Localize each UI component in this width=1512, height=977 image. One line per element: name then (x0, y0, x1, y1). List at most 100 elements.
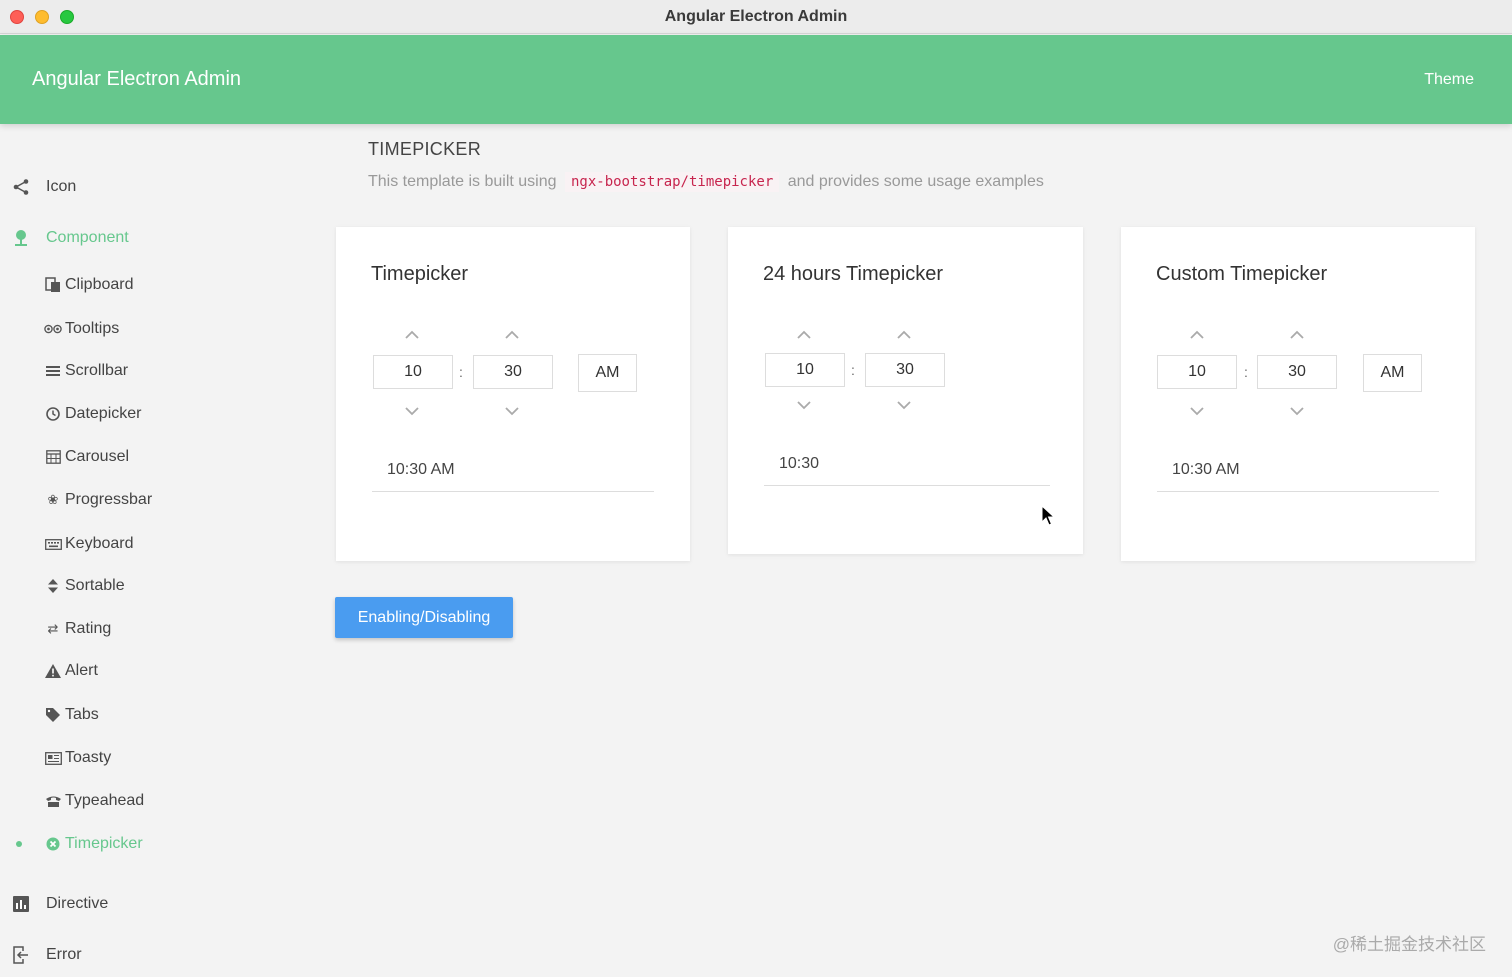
24-hours-timepicker-card: 24 hours Timepicker 10 : 30 10:30 (728, 227, 1083, 554)
sort-icon (44, 578, 62, 594)
time-separator: : (851, 362, 855, 378)
sidebar-subitem-label: Carousel (65, 448, 130, 465)
hours-input[interactable]: 10 (765, 353, 845, 387)
sidebar-item-directive[interactable]: Directive (0, 884, 300, 924)
warning-icon (44, 663, 62, 679)
minutes-input[interactable]: 30 (1257, 355, 1337, 389)
calendar-grid-icon (44, 449, 62, 465)
time-result-field[interactable]: 10:30 AM (1157, 454, 1439, 492)
time-result-field[interactable]: 10:30 (764, 448, 1050, 486)
hours-input[interactable]: 10 (1157, 355, 1237, 389)
sidebar-subitem-label: Tabs (65, 706, 99, 723)
shuffle-icon: ⇄ (47, 621, 59, 636)
minute-increment-chevron-up-icon[interactable] (502, 328, 522, 342)
card-title: 24 hours Timepicker (763, 263, 944, 285)
sidebar-subitem-alert[interactable]: Alert (44, 658, 98, 684)
timepicker-card: Timepicker 10 : 30 AM 10:30 AM (336, 227, 690, 561)
sidebar: Icon Component Clipboard Tooltips Scroll… (0, 124, 300, 977)
bar-chart-icon (11, 894, 31, 914)
sidebar-subitem-keyboard[interactable]: Keyboard (44, 531, 134, 557)
app-title: Angular Electron Admin (32, 68, 242, 90)
tooltips-icon (44, 321, 62, 337)
minute-increment-chevron-up-icon[interactable] (1287, 328, 1307, 342)
app-header: Angular Electron Admin Theme (0, 35, 1512, 124)
package-name-code: ngx-bootstrap/timepicker (564, 172, 780, 192)
sidebar-subitem-tooltips[interactable]: Tooltips (44, 316, 119, 342)
sidebar-subitem-typeahead[interactable]: Typeahead (44, 788, 144, 814)
minute-decrement-chevron-down-icon[interactable] (1287, 404, 1307, 418)
bars-icon (44, 363, 62, 379)
hours-input[interactable]: 10 (373, 355, 453, 389)
sidebar-subitem-label: Datepicker (65, 405, 142, 422)
leaf-icon: ❀ (47, 492, 59, 507)
newspaper-icon (44, 750, 62, 766)
sidebar-item-error[interactable]: Error (0, 935, 300, 975)
pin-icon (11, 228, 31, 248)
meridian-toggle-button[interactable]: AM (1363, 354, 1422, 392)
time-separator: : (459, 364, 463, 380)
time-result-field[interactable]: 10:30 AM (372, 454, 654, 492)
sidebar-subitem-clipboard[interactable]: Clipboard (44, 272, 133, 298)
minute-increment-chevron-up-icon[interactable] (894, 328, 914, 342)
sidebar-item-label: Directive (46, 895, 109, 912)
sidebar-subitem-progressbar[interactable]: ❀ Progressbar (44, 487, 153, 513)
sidebar-subitem-carousel[interactable]: Carousel (44, 444, 129, 470)
sidebar-subitem-label: Tooltips (65, 320, 120, 337)
page-description-text: and provides some usage examples (787, 173, 1044, 190)
meridian-toggle-button[interactable]: AM (578, 354, 637, 392)
window-title: Angular Electron Admin (664, 8, 848, 25)
sidebar-subitem-label: Sortable (65, 577, 125, 594)
sign-out-icon (11, 945, 31, 965)
sidebar-subitem-label: Keyboard (65, 535, 134, 552)
sidebar-subitem-label: Clipboard (65, 276, 134, 293)
card-title: Timepicker (371, 263, 469, 285)
mouse-cursor-icon (1041, 504, 1056, 527)
sidebar-subitem-tabs[interactable]: Tabs (44, 702, 99, 728)
hour-decrement-chevron-down-icon[interactable] (1187, 404, 1207, 418)
watermark-text: @稀土掘金技术社区 (1332, 935, 1486, 954)
active-indicator-dot (16, 841, 22, 847)
sidebar-subitem-label: Progressbar (65, 491, 153, 508)
sidebar-subitem-label: Toasty (65, 749, 112, 766)
sidebar-subitem-timepicker[interactable]: Timepicker (44, 831, 143, 857)
sidebar-item-icon[interactable]: Icon (0, 167, 300, 207)
minutes-input[interactable]: 30 (865, 353, 945, 387)
sidebar-subitem-label: Rating (65, 620, 112, 637)
sidebar-subitem-toasty[interactable]: Toasty (44, 745, 111, 771)
sidebar-subitem-label: Timepicker (65, 835, 143, 852)
hour-increment-chevron-up-icon[interactable] (402, 328, 422, 342)
window-titlebar: Angular Electron Admin (0, 0, 1512, 34)
sidebar-item-component[interactable]: Component (0, 218, 300, 258)
minutes-input[interactable]: 30 (473, 355, 553, 389)
sidebar-subitem-sortable[interactable]: Sortable (44, 573, 125, 599)
sidebar-subitem-scrollbar[interactable]: Scrollbar (44, 358, 128, 384)
theme-button[interactable]: Theme (1424, 71, 1474, 89)
sidebar-subitem-rating[interactable]: ⇄ Rating (44, 616, 112, 642)
sidebar-subitem-label: Alert (65, 662, 98, 679)
clock-icon (44, 406, 62, 422)
sidebar-subitem-label: Typeahead (65, 792, 145, 809)
sidebar-subitem-label: Scrollbar (65, 362, 129, 379)
hour-decrement-chevron-down-icon[interactable] (402, 404, 422, 418)
phone-icon (44, 793, 62, 809)
minute-decrement-chevron-down-icon[interactable] (894, 398, 914, 412)
sidebar-item-label: Component (46, 229, 129, 246)
tag-icon (44, 707, 62, 723)
close-circle-icon (44, 836, 62, 852)
hour-increment-chevron-up-icon[interactable] (1187, 328, 1207, 342)
hour-increment-chevron-up-icon[interactable] (794, 328, 814, 342)
share-icon (11, 177, 31, 197)
page-title: TIMEPICKER (368, 139, 482, 159)
clipboard-icon (44, 277, 62, 293)
sidebar-subitem-datepicker[interactable]: Datepicker (44, 401, 141, 427)
keyboard-icon (44, 536, 62, 552)
hour-decrement-chevron-down-icon[interactable] (794, 398, 814, 412)
card-title: Custom Timepicker (1156, 263, 1328, 285)
minute-decrement-chevron-down-icon[interactable] (502, 404, 522, 418)
enabling-disabling-button[interactable]: Enabling/Disabling (335, 597, 513, 638)
sidebar-item-label: Error (46, 946, 82, 963)
custom-timepicker-card: Custom Timepicker 10 : 30 AM 10:30 AM (1121, 227, 1475, 561)
page-description: This template is built using ngx-bootstr… (368, 172, 1044, 192)
page-description-text: This template is built using (368, 173, 557, 190)
sidebar-item-label: Icon (46, 178, 77, 195)
